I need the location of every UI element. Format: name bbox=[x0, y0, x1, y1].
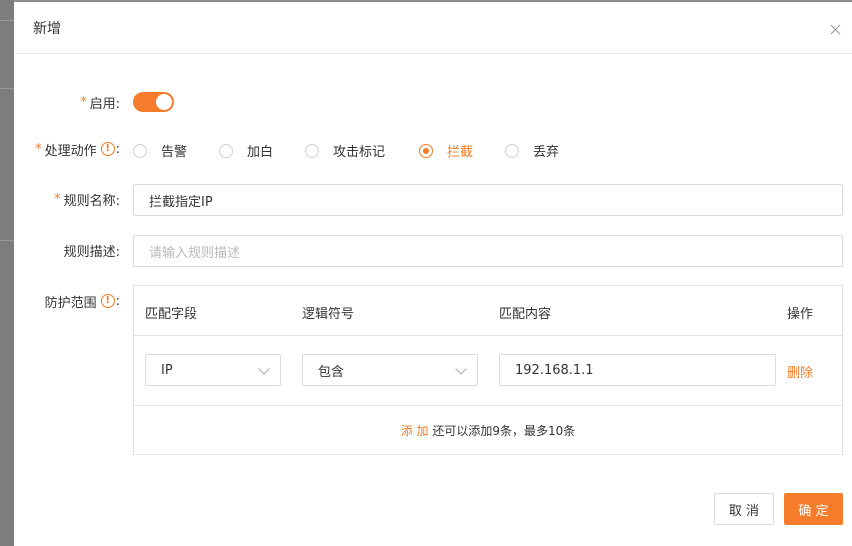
radio-circle bbox=[219, 143, 233, 158]
action-label: * 处理动作 !: bbox=[35, 141, 120, 159]
cancel-button[interactable]: 取 消 bbox=[714, 493, 774, 525]
rule-name-input[interactable]: 拦截指定IP bbox=[133, 184, 843, 216]
match-rules-table: 匹配字段 逻辑符号 匹配内容 操作 IP 包含 192.168.1.1 删除 添… bbox=[133, 285, 843, 455]
dialog-header: 新增 bbox=[14, 2, 852, 54]
info-icon[interactable]: ! bbox=[100, 142, 115, 156]
dialog-title: 新增 bbox=[33, 20, 61, 37]
info-icon[interactable]: ! bbox=[100, 294, 115, 308]
enable-label: * 启用: bbox=[80, 94, 120, 112]
header-field: 匹配字段 bbox=[145, 307, 198, 322]
ok-button[interactable]: 确 定 bbox=[784, 493, 843, 525]
radio-circle bbox=[133, 143, 147, 158]
header-operator: 逻辑符号 bbox=[302, 307, 355, 322]
table-header: 匹配字段 逻辑符号 匹配内容 操作 bbox=[134, 286, 842, 336]
scope-label: 防护范围 !: bbox=[44, 293, 120, 311]
rule-desc-input[interactable]: 请输入规则描述 bbox=[133, 235, 843, 267]
radio-circle bbox=[419, 143, 433, 158]
close-icon[interactable] bbox=[828, 22, 844, 38]
add-rule-dialog: 新增 * 启用: * 处理动作 !: 告警 加白 攻击标记 拦截 丢弃 * 规则… bbox=[14, 2, 852, 546]
toggle-knob bbox=[156, 94, 172, 110]
backdrop-divider bbox=[0, 240, 14, 241]
radio-circle bbox=[505, 143, 519, 158]
chevron-down-icon bbox=[258, 363, 270, 375]
radio-drop[interactable]: 丢弃 bbox=[505, 141, 575, 160]
modal-backdrop bbox=[0, 0, 14, 546]
radio-attack-mark[interactable]: 攻击标记 bbox=[305, 141, 419, 160]
enable-toggle[interactable] bbox=[133, 92, 174, 112]
radio-circle bbox=[305, 143, 319, 158]
backdrop-divider bbox=[0, 88, 14, 89]
header-content: 匹配内容 bbox=[499, 307, 552, 322]
add-row-line: 添 加 还可以添加9条，最多10条 bbox=[134, 422, 842, 439]
rule-desc-label: 规则描述: bbox=[63, 244, 120, 260]
action-radio-group: 告警 加白 攻击标记 拦截 丢弃 bbox=[133, 141, 575, 160]
radio-whitelist[interactable]: 加白 bbox=[219, 141, 305, 160]
add-row-hint: 还可以添加9条，最多10条 bbox=[432, 424, 576, 438]
add-row-link[interactable]: 添 加 bbox=[401, 424, 429, 438]
radio-alert[interactable]: 告警 bbox=[133, 141, 219, 160]
radio-block[interactable]: 拦截 bbox=[419, 141, 505, 160]
delete-row-link[interactable]: 删除 bbox=[787, 362, 813, 381]
chevron-down-icon bbox=[455, 363, 467, 375]
field-select[interactable]: IP bbox=[145, 354, 281, 386]
content-input[interactable]: 192.168.1.1 bbox=[499, 354, 776, 386]
backdrop-divider bbox=[0, 20, 14, 21]
operator-select[interactable]: 包含 bbox=[302, 354, 478, 386]
header-action: 操作 bbox=[787, 307, 814, 322]
rule-name-label: * 规则名称: bbox=[54, 191, 120, 209]
table-row: IP 包含 192.168.1.1 删除 bbox=[134, 336, 842, 406]
